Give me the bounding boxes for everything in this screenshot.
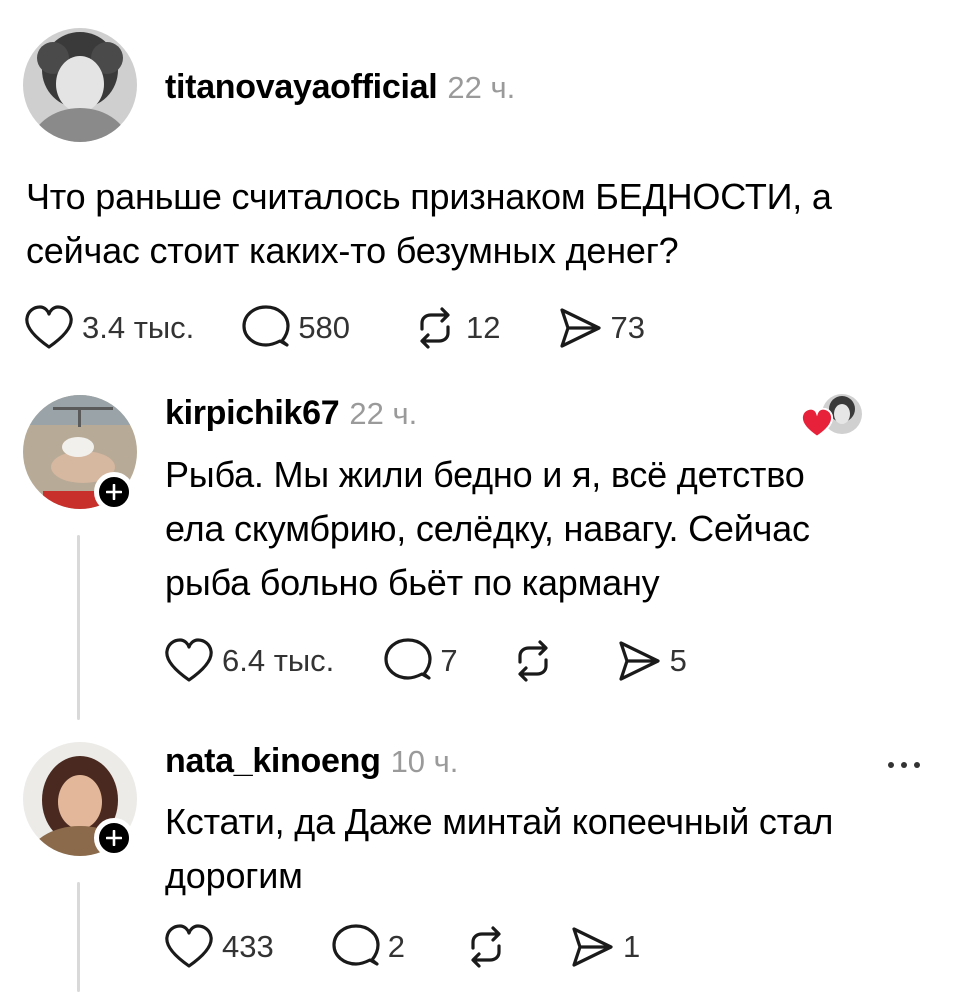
- comment-button[interactable]: 7: [384, 638, 458, 684]
- liked-by-author-badge: [800, 394, 864, 438]
- repost-button[interactable]: 12: [412, 305, 501, 351]
- like-button[interactable]: 6.4 тыс.: [164, 638, 334, 684]
- more-icon: [901, 762, 907, 768]
- share-count: 73: [610, 310, 646, 345]
- more-options-button[interactable]: [888, 762, 920, 768]
- reply-text-line: рыба больно бьёт по карману: [165, 562, 660, 603]
- post-username[interactable]: titanovayaofficial: [165, 68, 438, 107]
- reply-text: Кстати, да Даже минтай копеечный стал до…: [165, 795, 833, 903]
- more-icon: [888, 762, 894, 768]
- reply-text-line: Кстати, да Даже минтай копеечный стал: [165, 801, 834, 842]
- thread-line: [77, 535, 80, 720]
- reply-username[interactable]: nata_kinoeng: [165, 742, 381, 781]
- plus-icon: [106, 830, 122, 846]
- comment-bubble-icon: [332, 924, 380, 970]
- send-icon: [616, 638, 662, 684]
- repost-button[interactable]: [463, 924, 509, 970]
- comment-bubble-icon: [242, 305, 290, 351]
- share-button[interactable]: 1: [569, 924, 640, 970]
- reply-time: 22 ч.: [349, 396, 418, 431]
- share-button[interactable]: 5: [616, 638, 687, 684]
- comment-button[interactable]: 2: [332, 924, 405, 970]
- repost-icon: [412, 305, 458, 351]
- reply-text-line: дорогим: [165, 855, 303, 896]
- send-icon: [569, 924, 615, 970]
- reply-username[interactable]: kirpichik67: [165, 394, 340, 433]
- reply-meta: kirpichik67 22 ч.: [165, 394, 417, 433]
- share-count: 5: [669, 643, 687, 678]
- like-button[interactable]: 433: [164, 924, 274, 970]
- reply-meta: nata_kinoeng 10 ч.: [165, 742, 458, 781]
- repost-button[interactable]: [510, 638, 556, 684]
- heart-badge-icon: [800, 407, 834, 443]
- heart-icon: [164, 638, 214, 684]
- post-avatar[interactable]: [23, 28, 137, 142]
- like-count: 6.4 тыс.: [222, 643, 335, 678]
- like-count: 3.4 тыс.: [82, 310, 195, 345]
- repost-count: 12: [466, 310, 501, 345]
- reply-text-line: ела скумбрию, селёдку, навагу. Сейчас: [165, 508, 810, 549]
- like-button[interactable]: 3.4 тыс.: [24, 305, 194, 351]
- post-text: Что раньше считалось признаком БЕДНОСТИ,…: [26, 170, 832, 278]
- repost-icon: [510, 638, 556, 684]
- post-text-line: сейчас стоит каких-то безумных денег?: [26, 230, 679, 271]
- heart-icon: [24, 305, 74, 351]
- repost-icon: [463, 924, 509, 970]
- reply-actions: 433 2 1: [164, 924, 640, 970]
- comment-count: 7: [440, 643, 458, 678]
- comment-count: 2: [387, 929, 405, 964]
- post-actions: 3.4 тыс. 580 12 73: [24, 305, 645, 351]
- follow-button[interactable]: [94, 818, 134, 858]
- heart-icon: [164, 924, 214, 970]
- comment-count: 580: [298, 310, 351, 345]
- comment-button[interactable]: 580: [242, 305, 350, 351]
- reply-time: 10 ч.: [390, 744, 459, 779]
- comment-bubble-icon: [384, 638, 432, 684]
- plus-icon: [106, 484, 122, 500]
- post-time: 22 ч.: [447, 70, 516, 105]
- share-count: 1: [622, 929, 641, 964]
- more-icon: [914, 762, 920, 768]
- post-meta: titanovayaofficial 22 ч.: [165, 68, 515, 107]
- post-text-line: Что раньше считалось признаком БЕДНОСТИ,…: [26, 176, 832, 217]
- reply-text-line: Рыба. Мы жили бедно и я, всё детство: [165, 454, 805, 495]
- like-count: 433: [222, 929, 274, 964]
- thread-line: [77, 882, 80, 992]
- share-button[interactable]: 73: [557, 305, 645, 351]
- send-icon: [557, 305, 603, 351]
- reply-text: Рыба. Мы жили бедно и я, всё детство ела…: [165, 448, 810, 610]
- follow-button[interactable]: [94, 472, 134, 512]
- reply-actions: 6.4 тыс. 7 5: [164, 638, 687, 684]
